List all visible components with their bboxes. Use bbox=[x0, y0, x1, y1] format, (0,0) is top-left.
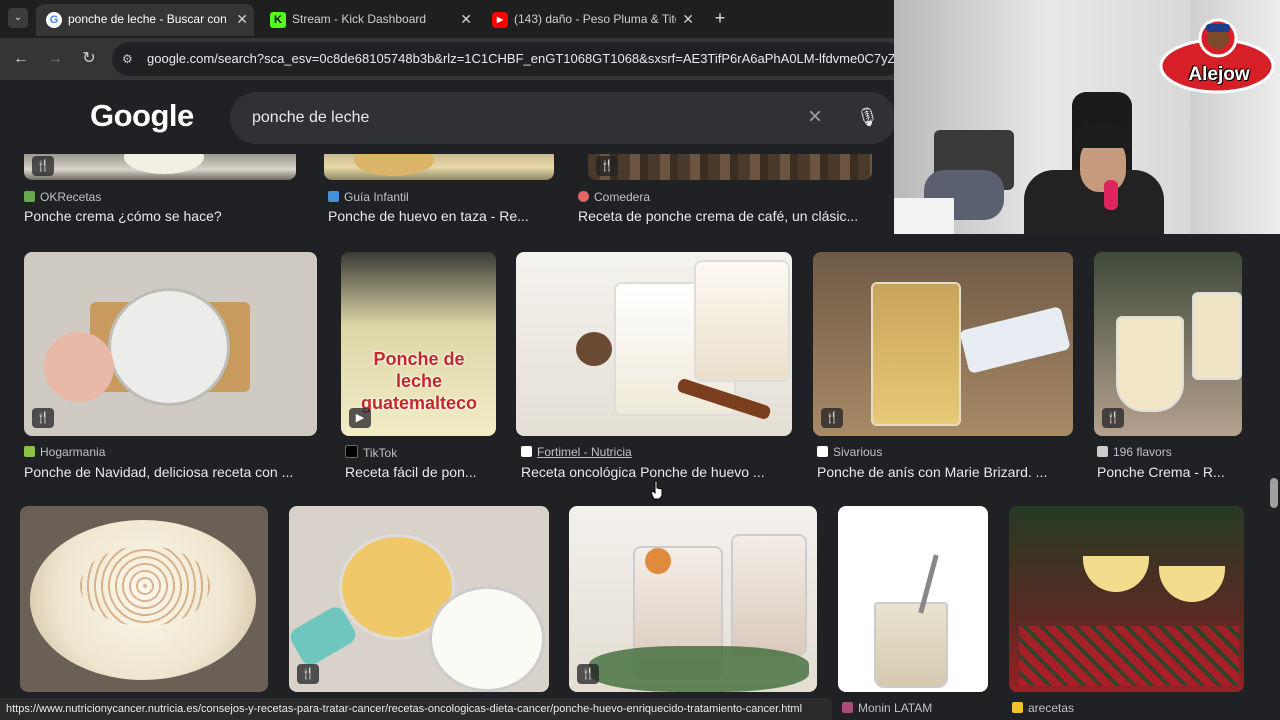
source-label[interactable]: TikTok bbox=[345, 445, 397, 460]
status-bar: https://www.nutricionycancer.nutricia.es… bbox=[0, 698, 832, 720]
favicon-icon bbox=[842, 702, 853, 713]
utensils-icon: 🍴 bbox=[1102, 408, 1124, 428]
result-image-okrecetas[interactable]: 🍴 bbox=[24, 154, 296, 180]
source-label[interactable]: Sivarious bbox=[817, 445, 882, 459]
result-caption[interactable]: Receta de ponche crema de café, un clási… bbox=[578, 208, 888, 224]
close-icon[interactable]: ✕ bbox=[682, 4, 694, 34]
favicon-icon bbox=[24, 446, 35, 457]
streamer-watermark: Alejow bbox=[1188, 64, 1250, 85]
tab-title: Stream - Kick Dashboard bbox=[292, 12, 427, 26]
favicon-icon bbox=[578, 191, 589, 202]
favicon-icon bbox=[1012, 702, 1023, 713]
result-image-196-flavors[interactable]: 🍴 bbox=[1094, 252, 1242, 436]
google-logo[interactable]: Google bbox=[90, 98, 194, 134]
result-image-eggnog-glass[interactable] bbox=[20, 506, 268, 692]
result-image-cinnamon-drink[interactable]: 🍴 bbox=[569, 506, 817, 692]
favicon-icon bbox=[817, 446, 828, 457]
search-input[interactable]: ponche de leche bbox=[252, 92, 369, 144]
result-caption[interactable]: Ponche de Navidad, deliciosa receta con … bbox=[24, 464, 320, 480]
favicon-icon bbox=[521, 446, 532, 457]
utensils-icon: 🍴 bbox=[297, 664, 319, 684]
utensils-icon: 🍴 bbox=[32, 156, 54, 176]
tiktok-icon bbox=[345, 445, 358, 458]
result-image-tiktok[interactable]: Ponche de leche guatemalteco ▶ bbox=[341, 252, 496, 436]
source-label[interactable]: Comedera bbox=[578, 190, 650, 204]
hand-cursor-icon bbox=[650, 480, 663, 500]
utensils-icon: 🍴 bbox=[596, 156, 618, 176]
tab-google-search[interactable]: G ponche de leche - Buscar con G ✕ bbox=[36, 4, 254, 36]
reload-icon[interactable]: ↻ bbox=[78, 48, 100, 70]
result-image-whisking[interactable]: 🍴 bbox=[289, 506, 549, 692]
result-caption[interactable]: Ponche de huevo en taza - Re... bbox=[328, 208, 558, 224]
address-bar[interactable]: ⚙ google.com/search?sca_esv=0c8de6810574… bbox=[112, 42, 902, 76]
video-overlay-text: Ponche de leche guatemalteco bbox=[360, 349, 478, 413]
status-url: https://www.nutricionycancer.nutricia.es… bbox=[6, 703, 803, 715]
source-label[interactable]: 196 flavors bbox=[1097, 445, 1172, 459]
result-image-hogarmania[interactable]: 🍴 bbox=[24, 252, 317, 436]
source-label[interactable]: OKRecetas bbox=[24, 190, 101, 204]
result-caption[interactable]: Ponche crema ¿cómo se hace? bbox=[24, 208, 304, 224]
play-icon: ▶ bbox=[349, 408, 371, 428]
clear-icon[interactable]: × bbox=[802, 104, 828, 130]
result-image-sivarious[interactable]: 🍴 bbox=[813, 252, 1073, 436]
result-image-fortimel[interactable] bbox=[516, 252, 792, 436]
source-label[interactable]: Hogarmania bbox=[24, 445, 105, 459]
back-arrow-icon[interactable]: ← bbox=[10, 48, 32, 70]
scrollbar-thumb[interactable] bbox=[1270, 478, 1278, 508]
result-caption[interactable]: Receta oncológica Ponche de huevo ... bbox=[521, 464, 791, 480]
result-image-comedera[interactable]: 🍴 bbox=[588, 154, 872, 180]
tab-kick-dashboard[interactable]: K Stream - Kick Dashboard ✕ bbox=[260, 4, 478, 36]
new-tab-button[interactable]: + bbox=[708, 6, 732, 30]
source-label[interactable]: arecetas bbox=[1012, 701, 1074, 715]
favicon-icon bbox=[24, 191, 35, 202]
google-icon: G bbox=[46, 12, 62, 28]
search-box[interactable]: ponche de leche × 🎙 bbox=[230, 92, 896, 144]
utensils-icon: 🍴 bbox=[577, 664, 599, 684]
tab-youtube[interactable]: ▶ (143) daño - Peso Pluma & Tito ✕ bbox=[482, 4, 700, 36]
source-label[interactable]: Monin LATAM bbox=[842, 701, 932, 715]
url-text[interactable]: google.com/search?sca_esv=0c8de68105748b… bbox=[147, 42, 897, 76]
forward-arrow-icon[interactable]: → bbox=[44, 48, 66, 70]
result-image-arecetas[interactable] bbox=[1009, 506, 1244, 692]
site-settings-icon[interactable]: ⚙ bbox=[122, 51, 138, 67]
result-caption[interactable]: Ponche de anís con Marie Brizard. ... bbox=[817, 464, 1073, 480]
kick-icon: K bbox=[270, 12, 286, 28]
youtube-icon: ▶ bbox=[492, 12, 508, 28]
result-image-guia-infantil[interactable] bbox=[324, 154, 554, 180]
tab-title: ponche de leche - Buscar con G bbox=[68, 12, 230, 26]
source-label[interactable]: Fortimel - Nutricia bbox=[521, 445, 632, 459]
result-caption[interactable]: Receta fácil de pon... bbox=[345, 464, 495, 480]
utensils-icon: 🍴 bbox=[32, 408, 54, 428]
result-image-monin[interactable] bbox=[838, 506, 988, 692]
close-icon[interactable]: ✕ bbox=[460, 4, 472, 34]
tab-title: (143) daño - Peso Pluma & Tito bbox=[514, 12, 676, 26]
utensils-icon: 🍴 bbox=[821, 408, 843, 428]
microphone-icon[interactable]: 🎙 bbox=[856, 104, 879, 130]
favicon-icon bbox=[328, 191, 339, 202]
result-caption[interactable]: Ponche Crema - R... bbox=[1097, 464, 1242, 480]
scrollbar-track[interactable] bbox=[1266, 154, 1280, 720]
close-icon[interactable]: ✕ bbox=[236, 4, 248, 34]
favicon-icon bbox=[1097, 446, 1108, 457]
source-label[interactable]: Guía Infantil bbox=[328, 190, 409, 204]
tab-search-button[interactable]: ⌄ bbox=[8, 8, 28, 28]
